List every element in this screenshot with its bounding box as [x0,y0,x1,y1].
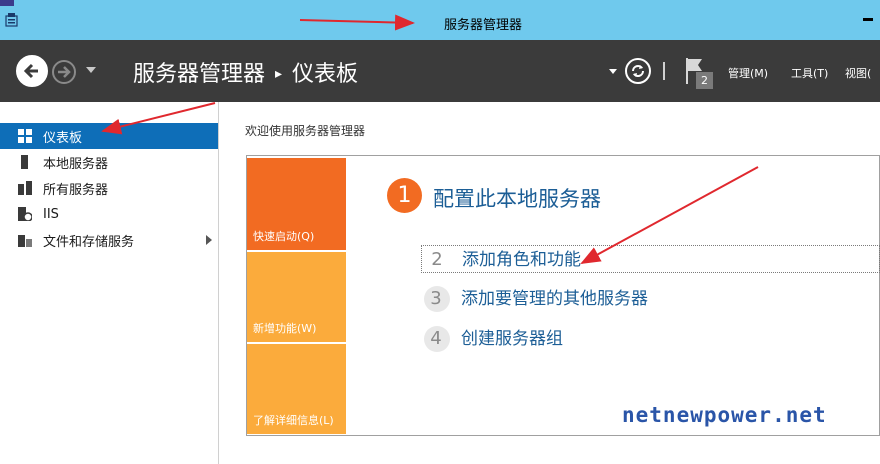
iis-icon [18,207,32,221]
breadcrumb: 服务器管理器 ▸ 仪表板 [133,56,358,88]
sidebar-item-label: IIS [43,206,59,222]
configure-local-server-link[interactable]: 配置此本地服务器 [433,183,601,213]
arrow-left-icon [19,58,45,84]
tile-label: 新增功能(W) [253,322,317,335]
arrow-right-icon [58,66,71,78]
tile-label: 了解详细信息(L) [253,414,334,427]
dashboard-grid-icon [18,129,32,143]
sidebar-item-local-server[interactable]: 本地服务器 [0,149,218,175]
menu-tools[interactable]: 工具(T) [791,65,828,81]
step-number: 3 [430,288,442,309]
forward-button[interactable] [52,60,76,84]
watermark: netnewpower.net [622,403,827,427]
sidebar-item-label: 所有服务器 [43,182,109,198]
sidebar-item-dashboard[interactable]: 仪表板 [0,123,218,149]
menu-view[interactable]: 视图( [845,65,871,81]
breadcrumb-dropdown-icon[interactable] [609,69,617,74]
refresh-icon [632,65,644,77]
add-other-servers-link[interactable]: 3 添加要管理的其他服务器 [421,285,880,313]
sidebar-item-all-servers[interactable]: 所有服务器 [0,175,218,201]
create-server-group-link[interactable]: 4 创建服务器组 [421,325,880,353]
breadcrumb-separator-icon: ▸ [275,66,283,82]
refresh-button[interactable] [625,58,651,84]
header-divider [663,62,665,80]
step-number: 4 [430,328,442,349]
breadcrumb-root[interactable]: 服务器管理器 [133,62,265,87]
minimize-button[interactable] [860,10,876,26]
tile-whats-new[interactable]: 新增功能(W) [247,252,346,342]
file-storage-icon [18,235,32,247]
sidebar-item-iis[interactable]: IIS [0,201,218,227]
tile-learn-more[interactable]: 了解详细信息(L) [247,344,346,434]
step-number-badge: 1 [387,178,422,213]
server-icon [21,155,28,169]
sidebar-item-label: 本地服务器 [43,156,109,172]
sidebar-item-file-storage[interactable]: 文件和存储服务 [0,227,218,253]
notification-count-badge: 2 [696,72,713,89]
page-title: 欢迎使用服务器管理器 [245,124,366,138]
title-bar: 服务器管理器 [0,0,880,40]
tile-label: 快速启动(Q) [253,230,315,243]
sidebar-item-label: 仪表板 [43,130,83,146]
task-label: 创建服务器组 [461,329,563,349]
task-label: 添加要管理的其他服务器 [461,289,648,309]
sidebar-item-label: 文件和存储服务 [43,234,135,250]
app-header: 服务器管理器 ▸ 仪表板 2 管理(M) 工具(T) 视图( [0,40,880,102]
step-number: 2 [431,249,443,270]
add-roles-features-link[interactable]: 2 添加角色和功能 [421,245,880,273]
back-button[interactable] [16,55,48,87]
tile-quick-start[interactable]: 快速启动(Q) [247,158,346,250]
breadcrumb-current: 仪表板 [292,62,359,87]
sidebar: 仪表板 本地服务器 所有服务器 IIS 文件和存储服务 [0,102,219,464]
task-label: 添加角色和功能 [462,250,581,270]
window-corner-decoration [0,0,14,6]
chevron-right-icon[interactable] [206,235,212,245]
servers-icon [18,181,32,195]
history-dropdown-icon[interactable] [86,67,96,73]
menu-manage[interactable]: 管理(M) [728,65,768,81]
window-title: 服务器管理器 [443,18,522,33]
